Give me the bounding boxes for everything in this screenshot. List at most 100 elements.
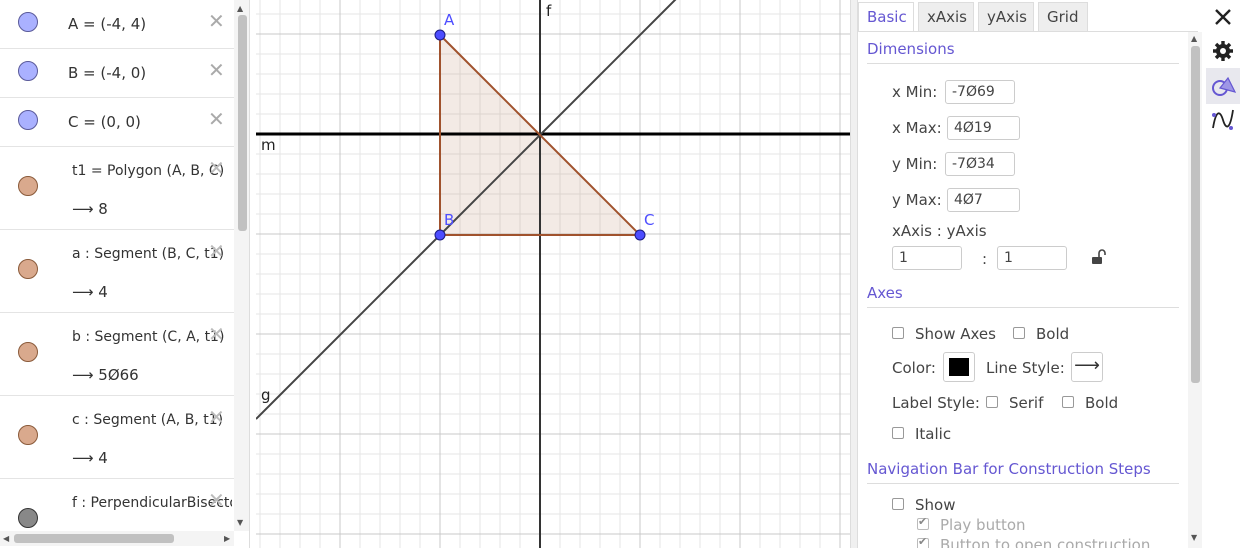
visibility-marble-icon[interactable] bbox=[18, 176, 38, 196]
delete-icon[interactable]: ✕ bbox=[208, 60, 225, 80]
open-construction-checkbox bbox=[917, 535, 929, 548]
visibility-marble-icon[interactable] bbox=[18, 508, 38, 528]
ratio-separator: : bbox=[982, 250, 988, 268]
bold-axes-label[interactable]: Bold bbox=[1036, 325, 1069, 343]
line-style-label: Line Style: bbox=[986, 359, 1065, 377]
settings-vertical-scroll-thumb[interactable] bbox=[1191, 46, 1200, 383]
scroll-up-arrow-icon[interactable]: ▲ bbox=[237, 4, 243, 13]
x-max-label: x Max: bbox=[892, 119, 942, 137]
visibility-marble-icon[interactable] bbox=[18, 342, 38, 362]
axes-ratio-label: xAxis : yAxis bbox=[892, 222, 987, 240]
label-point-a[interactable]: A bbox=[444, 11, 455, 29]
axes-color-button[interactable] bbox=[943, 352, 975, 382]
ratio-x-input[interactable]: 1 bbox=[892, 246, 962, 270]
scroll-left-arrow-icon[interactable]: ◀ bbox=[3, 534, 9, 543]
play-button-checkbox bbox=[917, 515, 929, 530]
algebra-value: ⟶ 5Ø66 bbox=[72, 366, 139, 384]
open-construction-label: Button to open construction bbox=[940, 536, 1151, 548]
algebra-row-a[interactable]: A = (-4, 4) ✕ bbox=[0, 0, 234, 49]
italic-label[interactable]: Italic bbox=[915, 425, 951, 443]
label-point-c[interactable]: C bbox=[644, 211, 654, 229]
unlock-icon[interactable] bbox=[1090, 248, 1108, 266]
minor-grid bbox=[256, 0, 850, 548]
italic-checkbox[interactable] bbox=[892, 427, 904, 439]
visibility-marble-icon[interactable] bbox=[18, 110, 38, 130]
view-divider[interactable] bbox=[850, 0, 858, 548]
section-title-dimensions: Dimensions bbox=[867, 40, 955, 58]
label-line-g[interactable]: g bbox=[261, 386, 271, 404]
graphics-canvas[interactable]: A B C f m g bbox=[256, 0, 850, 548]
algebra-row-segment-c[interactable]: c : Segment (A, B, t1) ⟶ 4 ✕ bbox=[0, 396, 234, 479]
delete-icon[interactable]: ✕ bbox=[208, 109, 225, 129]
visibility-marble-icon[interactable] bbox=[18, 259, 38, 279]
algebra-view: A = (-4, 4) ✕ B = (-4, 0) ✕ C = (0, 0) ✕… bbox=[0, 0, 250, 548]
algebra-row-t1[interactable]: t1 = Polygon (A, B, C) ⟶ 8 ✕ bbox=[0, 147, 234, 230]
algebra-value: ⟶ 8 bbox=[72, 200, 108, 218]
y-max-label: y Max: bbox=[892, 191, 942, 209]
play-button-label: Play button bbox=[940, 516, 1026, 534]
label-point-b[interactable]: B bbox=[444, 211, 454, 229]
section-divider bbox=[867, 307, 1179, 308]
show-navbar-checkbox[interactable] bbox=[892, 498, 904, 510]
show-axes-checkbox[interactable] bbox=[892, 327, 904, 339]
algebra-value: ⟶ 4 bbox=[72, 449, 108, 467]
tab-yaxis[interactable]: yAxis bbox=[978, 2, 1034, 32]
section-title-navigation-bar: Navigation Bar for Construction Steps bbox=[867, 460, 1151, 478]
y-min-input[interactable]: -7Ø34 bbox=[945, 152, 1015, 176]
algebra-style-icon[interactable] bbox=[1210, 106, 1236, 132]
style-toolbar bbox=[1204, 0, 1242, 548]
graphics-view[interactable]: A B C f m g bbox=[256, 0, 850, 548]
algebra-definition[interactable]: C = (0, 0) bbox=[68, 113, 141, 131]
x-min-input[interactable]: -7Ø69 bbox=[945, 80, 1015, 104]
delete-icon[interactable]: ✕ bbox=[208, 158, 225, 178]
geogebra-app: A = (-4, 4) ✕ B = (-4, 0) ✕ C = (0, 0) ✕… bbox=[0, 0, 1242, 548]
algebra-row-c[interactable]: C = (0, 0) ✕ bbox=[0, 98, 234, 147]
serif-checkbox[interactable] bbox=[986, 396, 998, 408]
visibility-marble-icon[interactable] bbox=[18, 61, 38, 81]
point-c[interactable] bbox=[634, 229, 646, 241]
visibility-marble-icon[interactable] bbox=[18, 425, 38, 445]
serif-label[interactable]: Serif bbox=[1009, 394, 1043, 412]
x-max-input[interactable]: 4Ø19 bbox=[947, 116, 1020, 140]
line-style-button[interactable]: ⟶ bbox=[1071, 352, 1103, 382]
bold-label-label[interactable]: Bold bbox=[1085, 394, 1118, 412]
label-line-f[interactable]: f bbox=[546, 2, 552, 20]
scroll-right-arrow-icon[interactable]: ▶ bbox=[224, 534, 230, 543]
algebra-definition[interactable]: A = (-4, 4) bbox=[68, 15, 146, 33]
scroll-up-arrow-icon[interactable]: ▲ bbox=[1191, 34, 1197, 43]
scroll-down-arrow-icon[interactable]: ▼ bbox=[237, 518, 243, 527]
tab-xaxis[interactable]: xAxis bbox=[918, 2, 974, 32]
bold-label-checkbox[interactable] bbox=[1062, 396, 1074, 408]
algebra-row-segment-b[interactable]: b : Segment (C, A, t1) ⟶ 5Ø66 ✕ bbox=[0, 313, 234, 396]
algebra-row-b[interactable]: B = (-4, 0) ✕ bbox=[0, 49, 234, 98]
algebra-horizontal-scroll-thumb[interactable] bbox=[14, 534, 174, 543]
tab-basic[interactable]: Basic bbox=[858, 2, 914, 32]
section-divider bbox=[867, 483, 1179, 484]
gear-icon[interactable] bbox=[1210, 38, 1236, 64]
show-navbar-label[interactable]: Show bbox=[915, 496, 955, 514]
section-title-axes: Axes bbox=[867, 284, 903, 302]
delete-icon[interactable]: ✕ bbox=[208, 490, 225, 510]
scroll-down-arrow-icon[interactable]: ▼ bbox=[1191, 533, 1197, 542]
section-divider bbox=[867, 63, 1179, 64]
visibility-marble-icon[interactable] bbox=[18, 12, 38, 32]
delete-icon[interactable]: ✕ bbox=[208, 407, 225, 427]
algebra-row-segment-a[interactable]: a : Segment (B, C, t1) ⟶ 4 ✕ bbox=[0, 230, 234, 313]
algebra-value: ⟶ 4 bbox=[72, 283, 108, 301]
delete-icon[interactable]: ✕ bbox=[208, 241, 225, 261]
close-icon[interactable] bbox=[1210, 4, 1236, 30]
delete-icon[interactable]: ✕ bbox=[208, 324, 225, 344]
show-axes-label[interactable]: Show Axes bbox=[915, 325, 996, 343]
label-line-m[interactable]: m bbox=[261, 136, 276, 154]
ratio-y-input[interactable]: 1 bbox=[997, 246, 1067, 270]
algebra-vertical-scroll-thumb[interactable] bbox=[238, 15, 247, 231]
point-b[interactable] bbox=[434, 229, 446, 241]
bold-axes-checkbox[interactable] bbox=[1013, 327, 1025, 339]
point-a[interactable] bbox=[434, 29, 446, 41]
delete-icon[interactable]: ✕ bbox=[208, 11, 225, 31]
y-max-input[interactable]: 4Ø7 bbox=[947, 188, 1020, 212]
graphics-style-icon[interactable] bbox=[1210, 74, 1236, 100]
tab-grid[interactable]: Grid bbox=[1038, 2, 1088, 32]
algebra-definition[interactable]: B = (-4, 0) bbox=[68, 64, 146, 82]
color-swatch bbox=[949, 358, 969, 376]
